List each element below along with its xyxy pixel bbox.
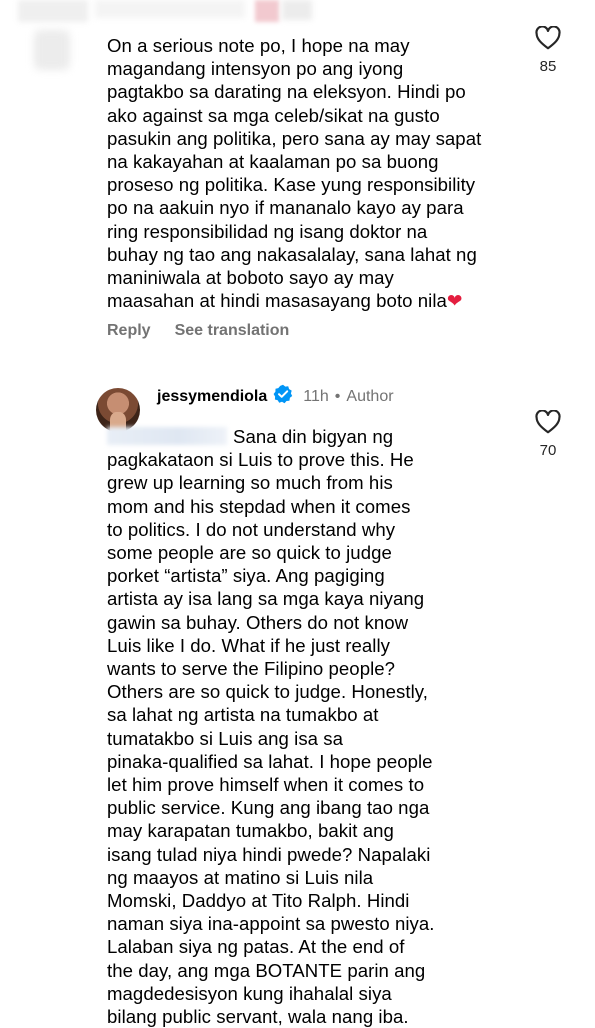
blurred-mention: [107, 427, 227, 445]
reply-button[interactable]: Reply: [107, 322, 151, 340]
username[interactable]: jessymendiola: [157, 388, 267, 406]
heart-outline-icon[interactable]: [526, 26, 570, 50]
heart-emoji: ❤: [446, 290, 463, 312]
comment-header: jessymendiola 11h • Author: [157, 384, 394, 409]
separator: •: [334, 387, 341, 405]
verified-badge-icon: [273, 384, 293, 409]
comment-text: On a serious note po, I hope na may maga…: [107, 35, 482, 312]
like-control: 85: [526, 26, 570, 75]
blurred-avatar: [34, 30, 70, 70]
comment-actions: Reply See translation: [107, 322, 289, 340]
like-count: 85: [539, 58, 557, 75]
see-translation-button[interactable]: See translation: [175, 322, 290, 340]
author-label: Author: [346, 387, 394, 405]
timestamp: 11h: [303, 387, 329, 405]
like-control: 70: [526, 410, 570, 459]
blurred-header-strip: [0, 0, 330, 30]
heart-outline-icon[interactable]: [526, 410, 570, 434]
like-count: 70: [539, 442, 557, 459]
reply-text: Sana din bigyan ng pagkakataon si Luis t…: [107, 426, 435, 1028]
